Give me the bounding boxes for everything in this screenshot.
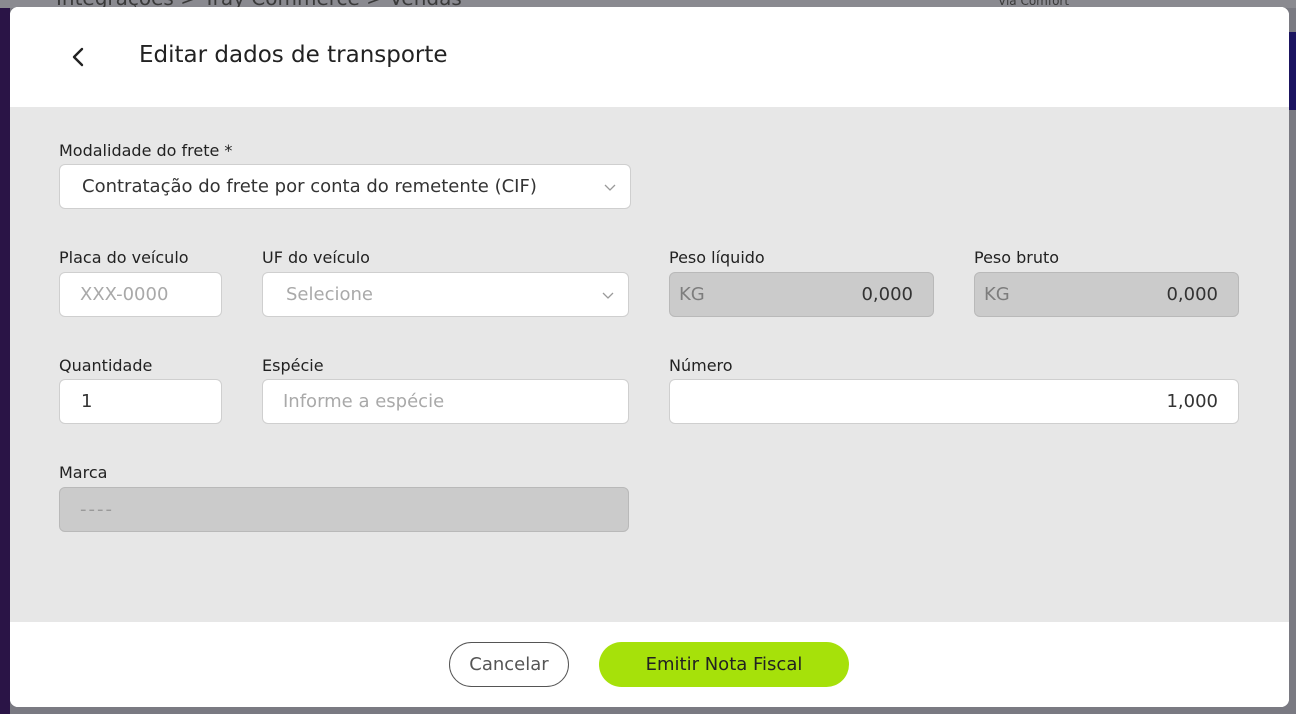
marca-value: ---- (80, 499, 114, 520)
background-right-strip (1288, 32, 1296, 110)
placa-label: Placa do veículo (59, 248, 189, 267)
quantidade-label: Quantidade (59, 356, 153, 375)
emit-invoice-button[interactable]: Emitir Nota Fiscal (599, 642, 849, 687)
modalidade-value: Contratação do frete por conta do remete… (82, 176, 537, 197)
numero-label: Número (669, 356, 733, 375)
modal-title: Editar dados de transporte (139, 42, 448, 68)
modalidade-select[interactable]: Contratação do frete por conta do remete… (59, 164, 631, 209)
placa-input[interactable]: XXX-0000 (59, 272, 222, 317)
peso-bruto-unit: KG (984, 284, 1010, 305)
peso-liquido-field: KG 0,000 (669, 272, 934, 317)
cancel-button[interactable]: Cancelar (449, 642, 569, 687)
especie-placeholder: Informe a espécie (283, 391, 445, 412)
peso-bruto-label: Peso bruto (974, 248, 1060, 267)
peso-liquido-unit: KG (679, 284, 705, 305)
uf-label: UF do veículo (262, 248, 370, 267)
chevron-down-icon (604, 184, 616, 191)
peso-bruto-field: KG 0,000 (974, 272, 1239, 317)
back-button[interactable] (62, 41, 94, 73)
numero-value: 1,000 (1166, 391, 1218, 412)
modal-header: Editar dados de transporte (10, 7, 1289, 107)
peso-bruto-value: 0,000 (1166, 284, 1218, 305)
modalidade-label: Modalidade do frete * (59, 141, 233, 160)
transport-modal: Editar dados de transporte Modalidade do… (10, 7, 1289, 707)
uf-select[interactable]: Selecione (262, 272, 629, 317)
especie-input[interactable]: Informe a espécie (262, 379, 629, 424)
modal-body: Modalidade do frete * Contratação do fre… (10, 107, 1289, 622)
uf-placeholder: Selecione (286, 284, 373, 305)
especie-label: Espécie (262, 356, 324, 375)
modal-footer: Cancelar Emitir Nota Fiscal (10, 622, 1289, 707)
quantidade-value: 1 (81, 391, 93, 412)
peso-liquido-value: 0,000 (861, 284, 913, 305)
numero-input[interactable]: 1,000 (669, 379, 1239, 424)
marca-label: Marca (59, 463, 108, 482)
marca-field: ---- (59, 487, 629, 532)
quantidade-input[interactable]: 1 (59, 379, 222, 424)
chevron-down-icon (602, 292, 614, 299)
placa-placeholder: XXX-0000 (80, 284, 169, 305)
chevron-left-icon (72, 47, 84, 67)
background-sidebar (0, 0, 10, 714)
peso-liquido-label: Peso líquido (669, 248, 765, 267)
